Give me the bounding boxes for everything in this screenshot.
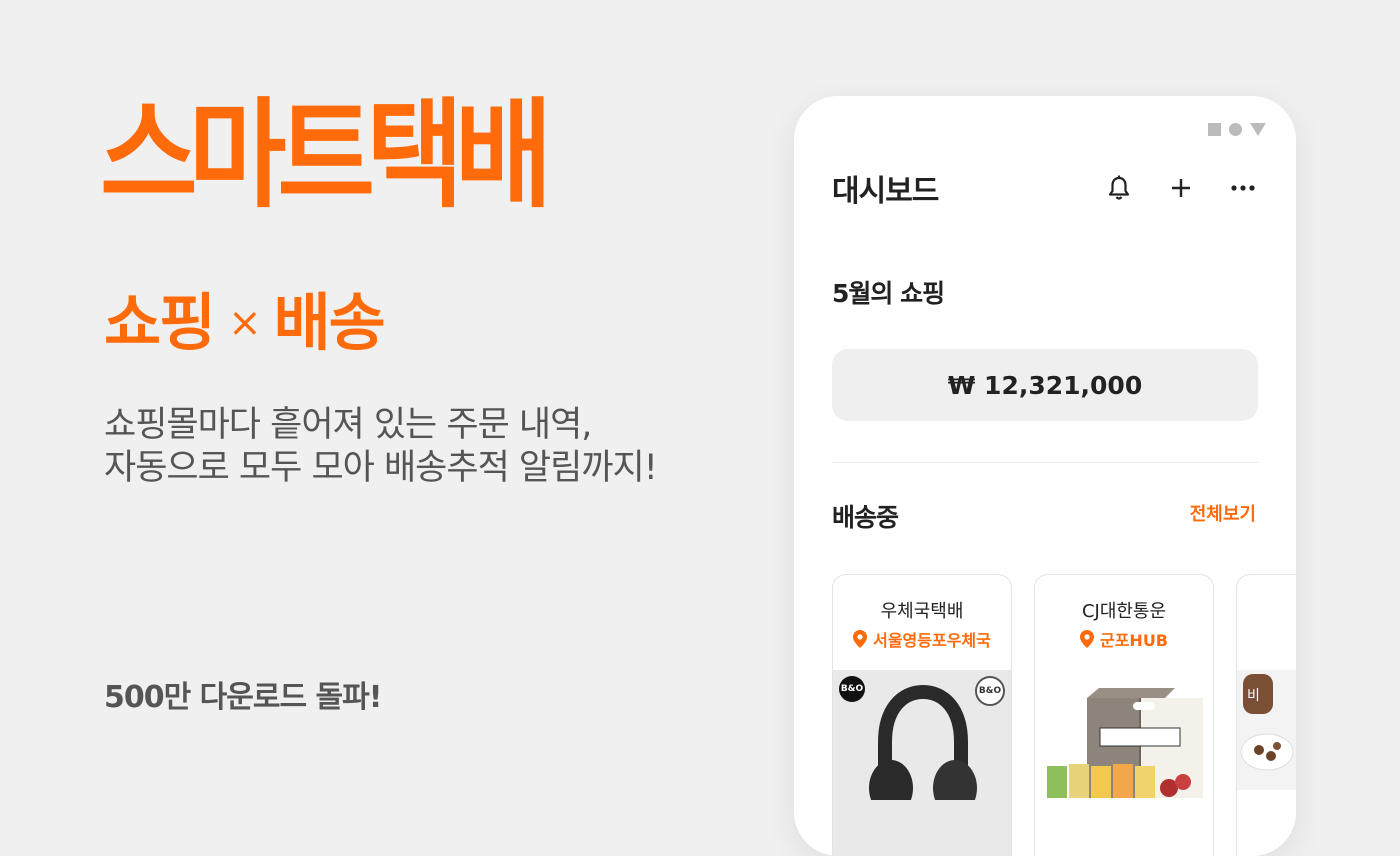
square-icon: [1208, 123, 1221, 136]
bell-icon[interactable]: [1104, 173, 1134, 203]
tagline: 쇼핑 × 배송: [104, 292, 386, 354]
courier-name: 우체국택배: [880, 601, 964, 622]
tagline-delivery: 배송: [273, 286, 386, 359]
product-image: 비: [1237, 670, 1296, 856]
see-all-link[interactable]: 전체보기: [1190, 500, 1256, 526]
shipping-title: 배송중: [832, 503, 899, 532]
promo-description: 쇼핑몰마다 흩어져 있는 주문 내역, 자동으로 모두 모아 배송추적 알림까지…: [104, 404, 658, 490]
plus-icon[interactable]: [1166, 173, 1196, 203]
location-label: 군포HUB: [1035, 627, 1213, 651]
shipment-card[interactable]: CJ대한통운 군포HUB: [1034, 574, 1214, 856]
circle-icon: [1229, 123, 1242, 136]
headphones-icon: [869, 684, 977, 800]
product-image: B&O B&O: [833, 670, 1011, 856]
app-header: 대시보드: [832, 168, 1258, 209]
tagline-times: ×: [228, 300, 261, 346]
snack-box-icon: [1047, 688, 1203, 798]
shipment-card[interactable]: 비: [1236, 574, 1296, 856]
page-title: 대시보드: [832, 174, 939, 209]
divider: [832, 462, 1258, 463]
phone-mockup: 대시보드 5월의 쇼핑 ₩ 12,321,000 배송중 전체보기 우체국택배 …: [794, 96, 1296, 856]
location-label: 서울영등포우체국: [833, 627, 1011, 651]
description-line-1: 쇼핑몰마다 흩어져 있는 주문 내역,: [104, 405, 592, 445]
more-icon[interactable]: [1228, 173, 1258, 203]
brand-logo: 스마트택배: [100, 86, 553, 224]
triangle-icon: [1250, 123, 1266, 136]
monthly-shopping-title: 5월의 쇼핑: [832, 279, 945, 308]
courier-name: CJ대한통운: [1081, 601, 1167, 622]
download-count: 500만 다운로드 돌파!: [104, 680, 382, 715]
shipment-card[interactable]: 우체국택배 서울영등포우체국 B&O B&O: [832, 574, 1012, 856]
location-text: 군포HUB: [1099, 631, 1169, 650]
monthly-amount: ₩ 12,321,000: [947, 370, 1143, 400]
product-image: [1035, 670, 1213, 856]
food-icon: 비: [1237, 670, 1296, 790]
location-text: 서울영등포우체국: [873, 631, 991, 650]
location-pin-icon: [853, 630, 868, 648]
brand-badge-icon: B&O: [839, 676, 865, 702]
tagline-shopping: 쇼핑: [104, 286, 216, 359]
location-pin-icon: [1079, 630, 1094, 648]
monthly-amount-box[interactable]: ₩ 12,321,000: [832, 349, 1258, 421]
svg-text:비: 비: [1247, 688, 1260, 704]
status-bar: [1208, 123, 1266, 136]
description-line-2: 자동으로 모두 모아 배송추적 알림까지!: [104, 448, 658, 488]
